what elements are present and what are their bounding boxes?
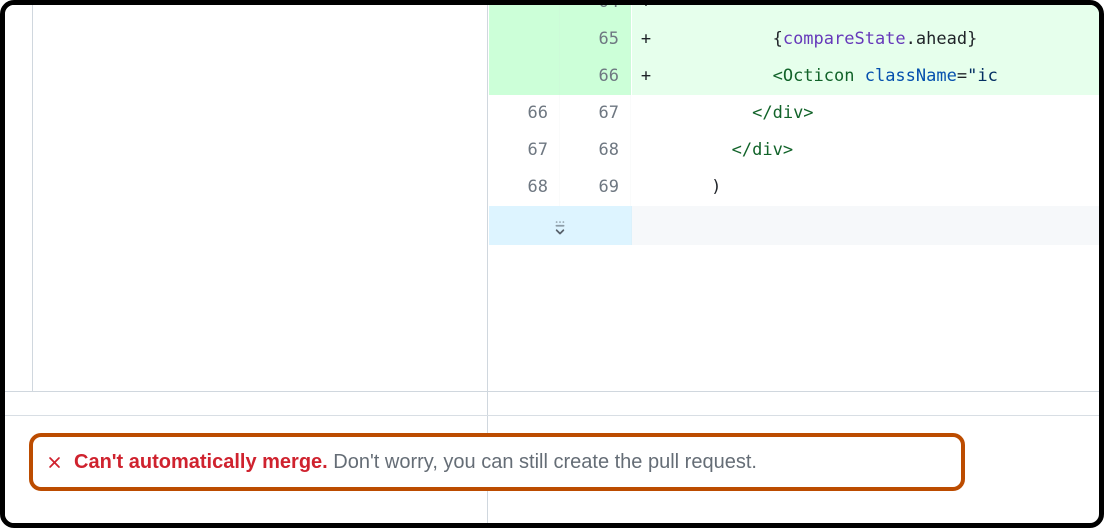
new-line-number[interactable]: 69 [560, 169, 631, 206]
diff-row: 6667 </div> [489, 95, 1099, 132]
new-line-number[interactable]: 65 [560, 21, 631, 58]
code-content: </div> [660, 132, 1099, 169]
diff-marker [632, 169, 660, 206]
left-panel-border [32, 5, 33, 392]
diff-marker [632, 132, 660, 169]
expand-hunk-blank [632, 206, 1099, 245]
panel-divider [5, 391, 1099, 392]
diff-row: 66+ <Octicon className="ic [489, 58, 1099, 95]
code-content: </div> [660, 95, 1099, 132]
merge-conflict-alert: Can't automatically merge. Don't worry, … [29, 433, 965, 491]
alert-text: Can't automatically merge. Don't worry, … [74, 451, 757, 474]
code-content [660, 0, 1099, 21]
diff-marker: + [632, 0, 660, 21]
expand-hunk-row [489, 206, 1099, 245]
diff-marker [632, 95, 660, 132]
expand-down-button[interactable] [489, 206, 632, 245]
diff-row: 65+ {compareState.ahead} [489, 21, 1099, 58]
new-line-number[interactable]: 66 [560, 58, 631, 95]
diff-view: 64+65+ {compareState.ahead}66+ <Octicon … [489, 0, 1099, 245]
old-line-number[interactable]: 66 [489, 95, 560, 132]
old-line-number[interactable] [489, 58, 560, 95]
alert-title: Can't automatically merge. [74, 451, 328, 473]
old-line-number[interactable] [489, 0, 560, 21]
diff-row: 6869 ) [489, 169, 1099, 206]
diff-row: 64+ [489, 0, 1099, 21]
new-line-number[interactable]: 67 [560, 95, 631, 132]
unfold-down-icon [551, 217, 569, 235]
diff-marker: + [632, 21, 660, 58]
old-line-number[interactable] [489, 21, 560, 58]
x-icon [45, 453, 64, 472]
code-content: <Octicon className="ic [660, 58, 1099, 95]
code-content: ) [660, 169, 1099, 206]
old-line-number[interactable]: 68 [489, 169, 560, 206]
alert-rest: Don't worry, you can still create the pu… [328, 451, 757, 473]
code-content: {compareState.ahead} [660, 21, 1099, 58]
new-line-number[interactable]: 68 [560, 132, 631, 169]
old-line-number[interactable]: 67 [489, 132, 560, 169]
horizontal-rule [5, 415, 1099, 416]
diff-row: 6768 </div> [489, 132, 1099, 169]
diff-marker: + [632, 58, 660, 95]
new-line-number[interactable]: 64 [560, 0, 631, 21]
